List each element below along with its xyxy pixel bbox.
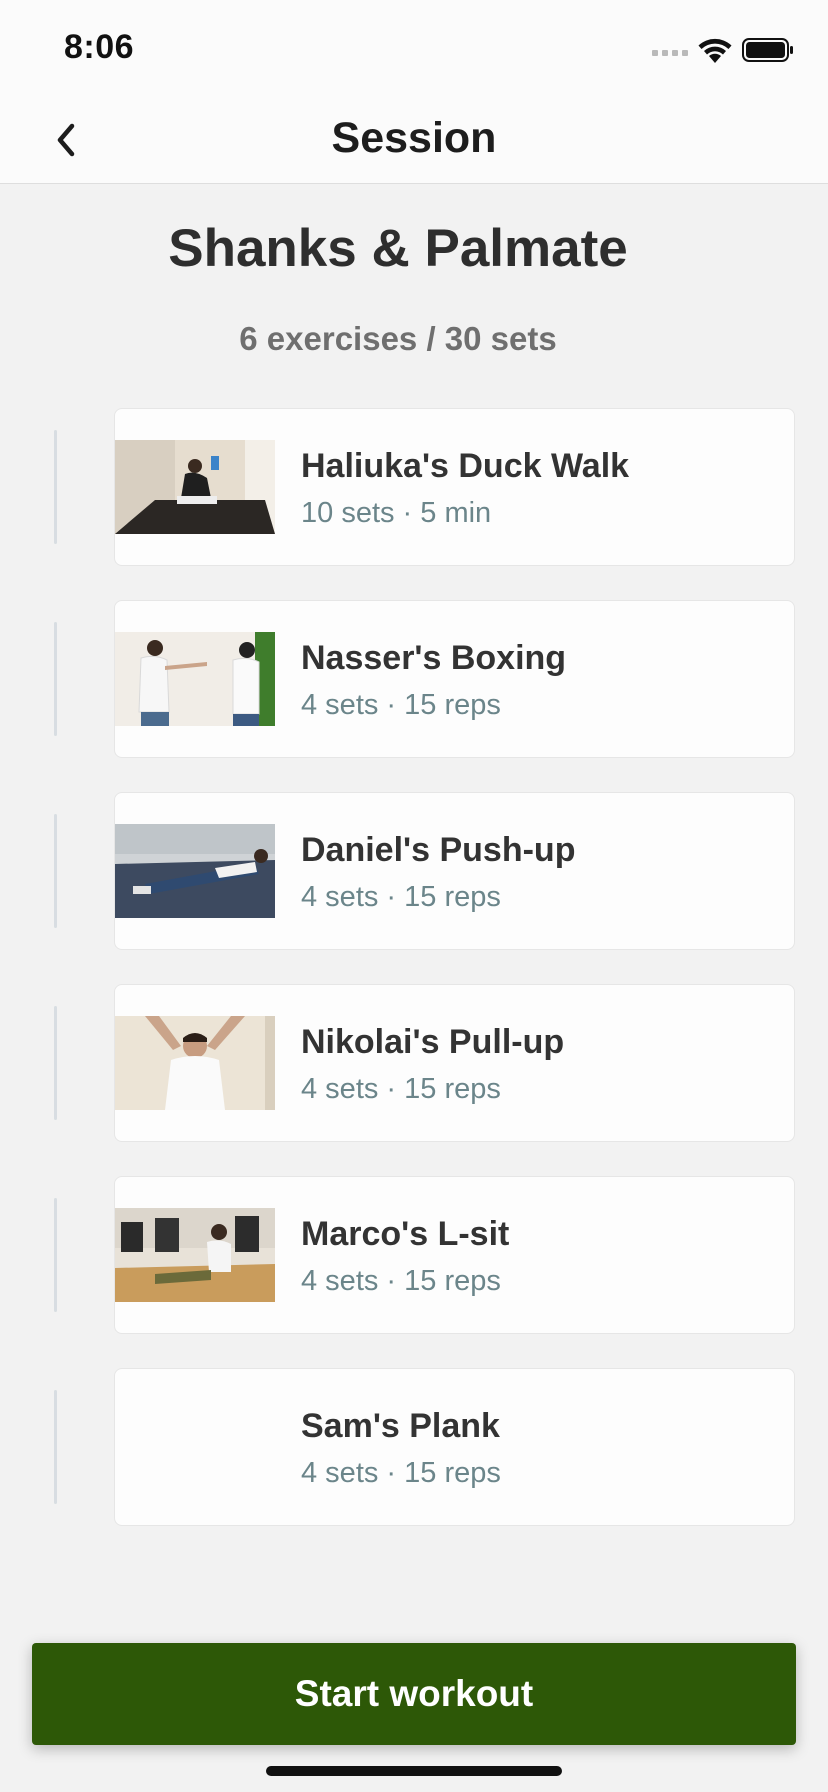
drag-handle[interactable] — [54, 622, 57, 736]
list-item: Daniel's Push-up 4 sets · 15 reps — [0, 792, 828, 984]
exercise-thumbnail — [115, 1016, 275, 1110]
drag-handle[interactable] — [54, 1198, 57, 1312]
exercise-name: Daniel's Push-up — [301, 831, 576, 869]
navigation-bar: Session — [0, 96, 828, 184]
exercise-list: Haliuka's Duck Walk 10 sets · 5 min Nass… — [0, 408, 828, 1560]
exercise-name: Haliuka's Duck Walk — [301, 447, 630, 485]
list-item: Nasser's Boxing 4 sets · 15 reps — [0, 600, 828, 792]
exercise-thumbnail — [115, 440, 275, 534]
home-indicator — [266, 1766, 562, 1776]
drag-handle[interactable] — [54, 1390, 57, 1504]
list-item: Sam's Plank 4 sets · 15 reps — [0, 1368, 828, 1560]
exercise-detail: 4 sets · 15 reps — [301, 1457, 501, 1489]
exercise-detail: 10 sets · 5 min — [301, 497, 492, 529]
exercise-card[interactable]: Nasser's Boxing 4 sets · 15 reps — [114, 600, 795, 758]
exercise-card[interactable]: Haliuka's Duck Walk 10 sets · 5 min — [114, 408, 795, 566]
status-bar: 8:06 — [0, 0, 828, 96]
list-item: Haliuka's Duck Walk 10 sets · 5 min — [0, 408, 828, 600]
workout-title: Shanks & Palmate — [168, 219, 628, 278]
status-time: 8:06 — [64, 28, 135, 66]
drag-handle[interactable] — [54, 814, 57, 928]
exercise-card[interactable]: Daniel's Push-up 4 sets · 15 reps — [114, 792, 795, 950]
exercise-detail: 4 sets · 15 reps — [301, 689, 501, 721]
wifi-icon — [698, 38, 732, 63]
exercise-name: Nikolai's Pull-up — [301, 1023, 565, 1061]
exercise-detail: 4 sets · 15 reps — [301, 1265, 501, 1297]
drag-handle[interactable] — [54, 430, 57, 544]
drag-handle[interactable] — [54, 1006, 57, 1120]
exercise-name: Nasser's Boxing — [301, 639, 567, 677]
exercise-name: Sam's Plank — [301, 1407, 500, 1445]
battery-icon — [742, 38, 793, 62]
exercise-thumbnail — [115, 1208, 275, 1302]
exercise-card[interactable]: Sam's Plank 4 sets · 15 reps — [114, 1368, 795, 1526]
start-workout-button[interactable]: Start workout — [32, 1643, 796, 1745]
exercise-card[interactable]: Nikolai's Pull-up 4 sets · 15 reps — [114, 984, 795, 1142]
exercise-thumbnail — [115, 824, 275, 918]
exercise-card[interactable]: Marco's L-sit 4 sets · 15 reps — [114, 1176, 795, 1334]
start-workout-label: Start workout — [294, 1673, 534, 1714]
exercise-thumbnail — [115, 632, 275, 726]
list-item: Nikolai's Pull-up 4 sets · 15 reps — [0, 984, 828, 1176]
exercise-detail: 4 sets · 15 reps — [301, 881, 501, 913]
exercise-name: Marco's L-sit — [301, 1215, 510, 1253]
workout-summary: 6 exercises / 30 sets — [239, 320, 557, 357]
exercise-detail: 4 sets · 15 reps — [301, 1073, 501, 1105]
nav-title: Session — [331, 114, 497, 162]
list-item: Marco's L-sit 4 sets · 15 reps — [0, 1176, 828, 1368]
session-screen: 8:06 Session Shanks & Palmate 6 exercise… — [0, 0, 828, 1792]
cellular-signal-icon — [652, 50, 688, 56]
